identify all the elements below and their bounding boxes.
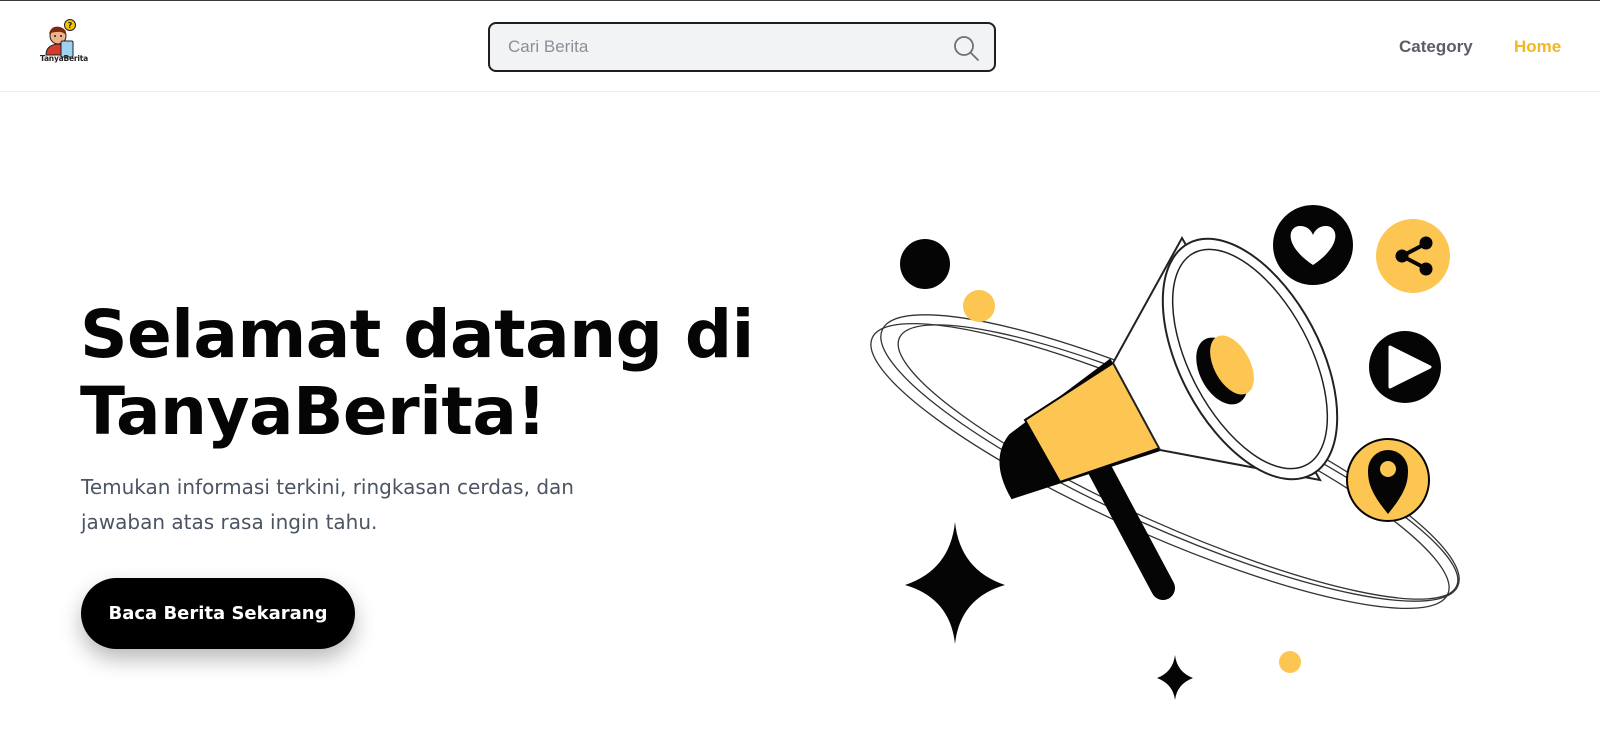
site-header: ? TanyaBerita Category Home — [0, 1, 1600, 92]
hero-title-line-2: TanyaBerita! — [80, 373, 547, 450]
decor-yellow-dot-bottom — [1279, 651, 1301, 673]
hero-subtitle-line-1: Temukan informasi terkini, ringkasan cer… — [81, 475, 574, 499]
read-news-button[interactable]: Baca Berita Sekarang — [81, 578, 355, 649]
heart-icon — [1273, 205, 1353, 285]
share-icon — [1376, 219, 1450, 293]
hero-subtitle: Temukan informasi terkini, ringkasan cer… — [81, 470, 601, 540]
hero-title-line-1: Selamat datang di — [80, 296, 754, 373]
logo-text: TanyaBerita — [40, 54, 89, 63]
hero-title: Selamat datang di TanyaBerita! — [80, 296, 780, 450]
svg-text:?: ? — [68, 21, 73, 30]
location-pin-icon — [1346, 438, 1430, 522]
hero-subtitle-line-2: jawaban atas rasa ingin tahu. — [81, 510, 378, 534]
nav-home-link[interactable]: Home — [1514, 37, 1561, 57]
nav-category-link[interactable]: Category — [1399, 37, 1473, 57]
decor-black-dot — [900, 239, 950, 289]
search-bar[interactable] — [488, 22, 996, 72]
decor-yellow-dot-top — [963, 290, 995, 322]
search-icon[interactable] — [952, 34, 980, 62]
search-input[interactable] — [508, 24, 928, 69]
play-icon — [1369, 331, 1441, 403]
megaphone-illustration — [870, 205, 1460, 700]
